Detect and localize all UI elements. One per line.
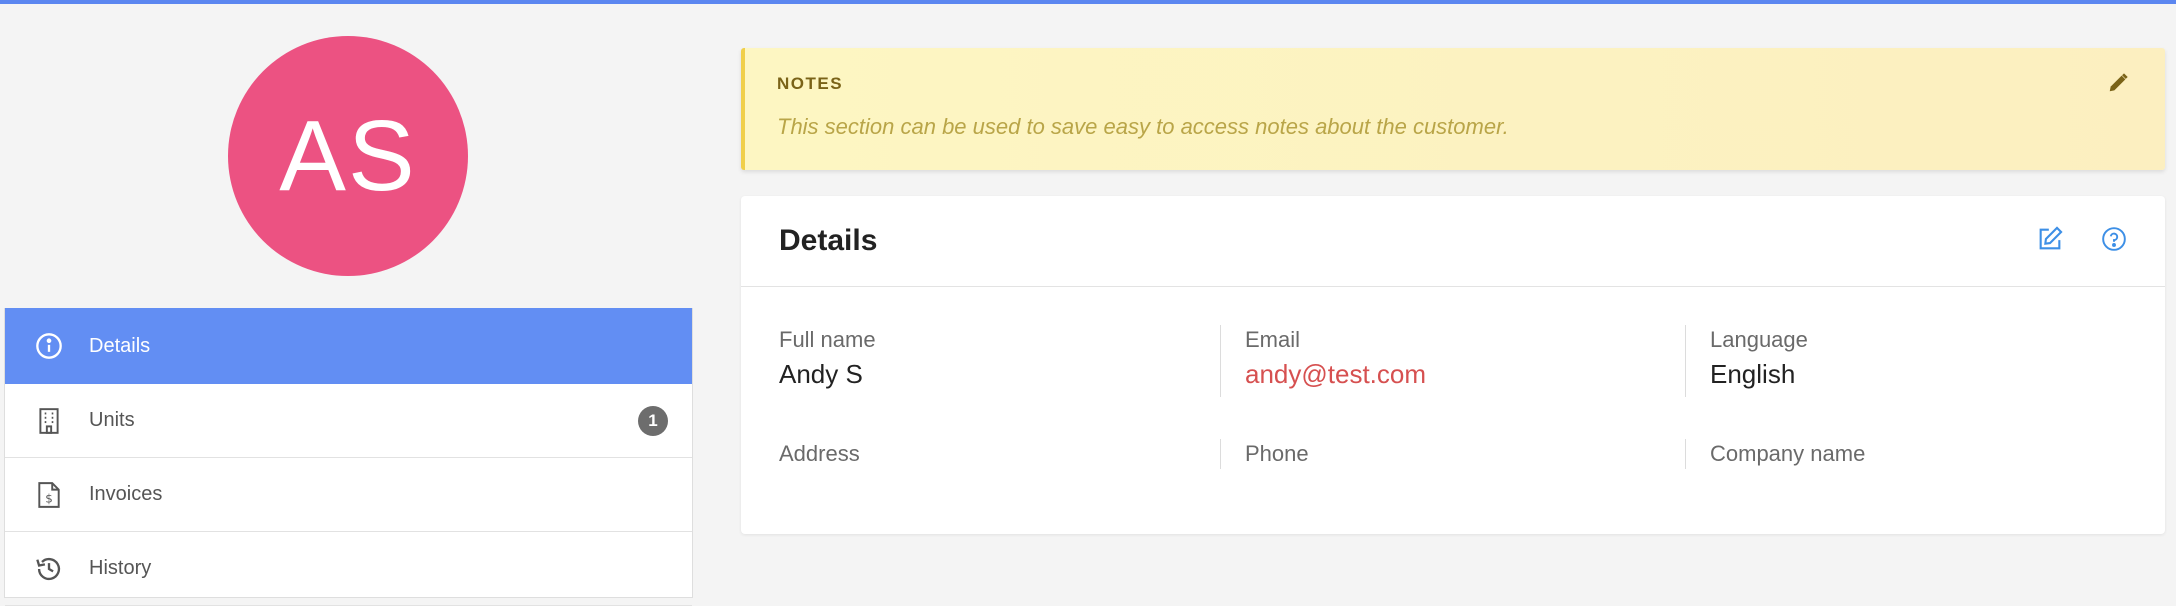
pencil-icon: [2107, 72, 2129, 99]
column-divider: [1220, 439, 1221, 469]
field-value: Andy S: [779, 359, 863, 389]
field-full-name: Full name Andy S: [779, 327, 1219, 390]
field-company-name: Company name: [1710, 441, 2150, 473]
help-icon: [2101, 226, 2127, 257]
field-address: Address: [779, 441, 1219, 473]
field-label: Full name: [779, 327, 876, 352]
field-label: Company name: [1710, 441, 1866, 466]
details-title: Details: [779, 224, 878, 257]
field-label: Address: [779, 441, 860, 466]
sidebar-item-details[interactable]: Details: [5, 308, 692, 384]
field-language: Language English: [1710, 327, 2150, 390]
edit-icon: [2036, 225, 2064, 258]
help-button[interactable]: [2097, 224, 2131, 258]
sidebar-item-label: History: [89, 557, 152, 579]
sidebar-item-label: Invoices: [89, 483, 163, 505]
sidebar-item-history[interactable]: History: [5, 532, 692, 606]
details-card: Details Full name Andy S Email andy@test…: [741, 196, 2165, 534]
info-icon: [33, 330, 65, 362]
field-phone: Phone: [1245, 441, 1685, 473]
column-divider: [1685, 325, 1686, 397]
field-label: Email: [1245, 327, 1301, 352]
top-accent-bar: [0, 0, 2176, 4]
field-value: English: [1710, 359, 1796, 389]
sidebar-item-label: Details: [89, 334, 151, 357]
invoice-icon: $: [33, 479, 65, 511]
sidebar-item-units[interactable]: Units 1: [5, 384, 692, 458]
sidebar-item-label: Units: [89, 409, 135, 431]
details-card-header: Details: [741, 196, 2165, 287]
edit-details-button[interactable]: [2033, 224, 2067, 258]
field-label: Language: [1710, 327, 1808, 352]
notes-panel: NOTES This section can be used to save e…: [741, 48, 2165, 170]
units-count-badge: 1: [638, 405, 668, 436]
column-divider: [1220, 325, 1221, 397]
svg-text:$: $: [45, 491, 53, 505]
building-icon: [33, 405, 65, 437]
sidebar-nav: Details Units 1 $ Invoices History: [4, 308, 693, 606]
field-label: Phone: [1245, 441, 1309, 466]
field-email: Email andy@test.com: [1245, 327, 1685, 390]
history-icon: [33, 553, 65, 585]
email-link[interactable]: andy@test.com: [1245, 359, 1685, 390]
avatar-initials: AS: [279, 99, 417, 212]
avatar: AS: [228, 36, 468, 276]
notes-title: NOTES: [777, 74, 844, 93]
column-divider: [1685, 439, 1686, 469]
sidebar-item-invoices[interactable]: $ Invoices: [5, 458, 692, 532]
edit-notes-button[interactable]: [2103, 70, 2133, 100]
notes-text: This section can be used to save easy to…: [777, 114, 1509, 139]
